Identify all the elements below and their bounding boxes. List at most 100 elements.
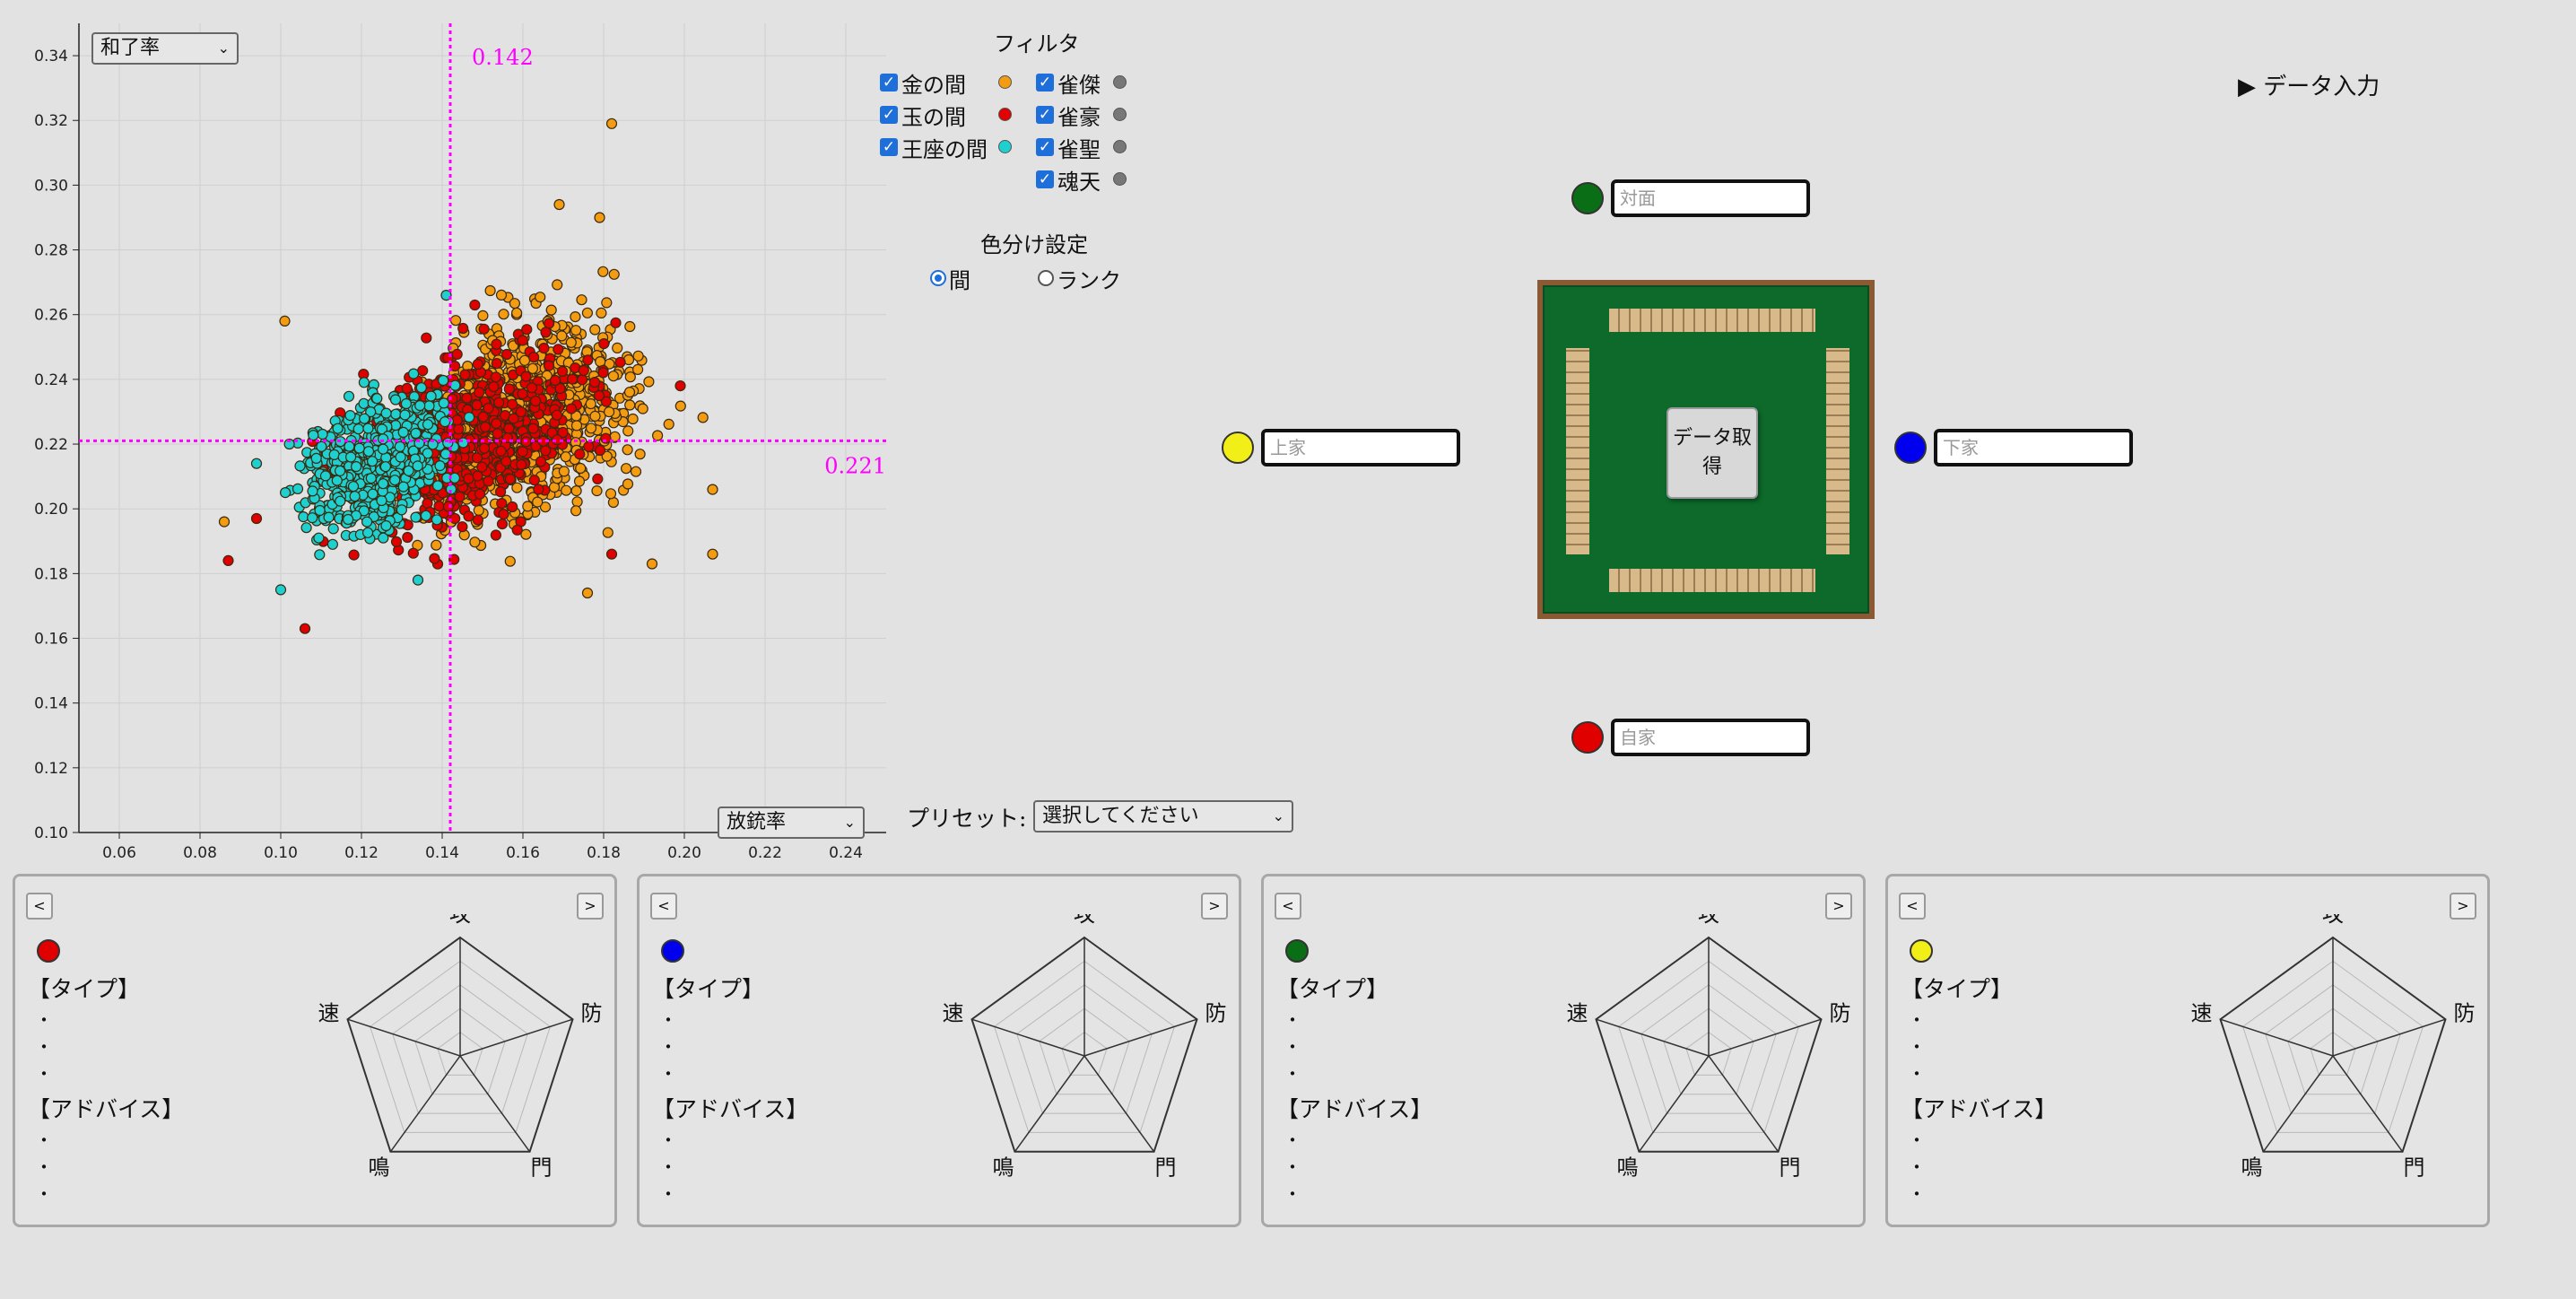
- scatter-point: [515, 406, 527, 418]
- scatter-point: [517, 388, 528, 400]
- scatter-point: [414, 400, 426, 412]
- y-axis-select[interactable]: 和了率 ⌄: [91, 32, 239, 65]
- scatter-point: [442, 501, 454, 512]
- scatter-point: [602, 527, 614, 538]
- radar-label: 防: [581, 1000, 603, 1025]
- scatter-point: [451, 414, 463, 426]
- scatter-point: [490, 371, 502, 383]
- scatter-point: [397, 426, 409, 438]
- scatter-point: [300, 522, 312, 534]
- x-tick-label: 0.16: [506, 844, 540, 861]
- chevron-down-icon: ⌄: [217, 39, 230, 57]
- radio-selected-icon[interactable]: [930, 270, 946, 286]
- radio-unselected-icon[interactable]: [1038, 270, 1054, 286]
- radar-axis: [1638, 1055, 1710, 1153]
- prev-button[interactable]: <: [26, 893, 53, 920]
- checkbox-checked-icon[interactable]: ✓: [880, 138, 898, 156]
- advice-bullet: ・: [659, 1183, 677, 1205]
- radar-label: 鳴: [2241, 1155, 2263, 1181]
- type-bullet: ・: [659, 1009, 677, 1031]
- y-tick-label: 0.24: [34, 371, 68, 389]
- fetch-data-button[interactable]: データ取得: [1667, 407, 1758, 499]
- checkbox-checked-icon[interactable]: ✓: [1036, 106, 1054, 124]
- scatter-point: [565, 403, 578, 414]
- scatter-point: [478, 442, 491, 454]
- scatter-point: [520, 371, 532, 382]
- radar-axis: [1083, 1018, 1197, 1057]
- radar-label: 攻: [449, 914, 471, 927]
- scatter-point: [345, 451, 357, 463]
- checkbox-checked-icon[interactable]: ✓: [880, 74, 898, 92]
- scatter-point: [527, 352, 540, 363]
- checkbox-checked-icon[interactable]: ✓: [1036, 138, 1054, 156]
- scatter-plot: 0.06 0.08 0.10 0.12 0.14 0.16 0.18 0.20 0.22 0.24…: [0, 0, 897, 861]
- toimen-color-dot: [1571, 182, 1604, 214]
- rank-filter-jansei[interactable]: ✓ 雀聖: [1036, 134, 1101, 162]
- scatter-point: [361, 516, 373, 527]
- rank-color-dot: [1113, 140, 1127, 153]
- room-filter-ouza[interactable]: ✓ 王座の間: [880, 134, 988, 162]
- y-tick-label: 0.12: [34, 760, 68, 778]
- scatter-point: [503, 423, 515, 434]
- scatter-point: [417, 365, 429, 377]
- color-by-room-radio[interactable]: 間: [930, 265, 970, 293]
- toimen-input[interactable]: 対面: [1611, 179, 1810, 217]
- scatter-point: [469, 299, 481, 311]
- scatter-point: [592, 473, 604, 485]
- scatter-point: [553, 344, 564, 355]
- color-by-rank-radio[interactable]: ランク: [1038, 265, 1121, 293]
- scatter-point: [576, 294, 587, 306]
- radar-label: 鳴: [993, 1155, 1014, 1181]
- advice-bullet: ・: [1284, 1183, 1301, 1205]
- room-filter-gyoku[interactable]: ✓ 玉の間: [880, 101, 966, 130]
- preset-select[interactable]: 選択してください ⌄: [1033, 800, 1293, 833]
- scatter-point: [400, 397, 412, 410]
- advice-heading: 【アドバイス】: [1276, 1096, 1433, 1122]
- x-tick-label: 0.18: [587, 844, 621, 861]
- rank-filter-jangou[interactable]: ✓ 雀豪: [1036, 101, 1101, 130]
- rank-filter-konten[interactable]: ✓ 魂天: [1036, 166, 1101, 195]
- prev-button[interactable]: <: [1899, 893, 1926, 920]
- scatter-point: [218, 516, 231, 527]
- radar-chart: 攻防門 鳴 速: [318, 914, 603, 1181]
- scatter-point: [605, 118, 618, 129]
- scatter-point: [491, 338, 502, 350]
- radio-label: 間: [949, 267, 970, 293]
- scatter-point: [332, 423, 344, 434]
- rank-filter-jakketsu[interactable]: ✓ 雀傑: [1036, 69, 1101, 98]
- scatter-point: [627, 413, 639, 425]
- scatter-point: [335, 495, 346, 507]
- checkbox-checked-icon[interactable]: ✓: [1036, 170, 1054, 188]
- prev-button[interactable]: <: [1275, 893, 1301, 920]
- room-filter-kin[interactable]: ✓ 金の間: [880, 69, 966, 98]
- scatter-point: [343, 513, 354, 526]
- room-color-dot: [998, 75, 1012, 89]
- scatter-point: [507, 398, 518, 410]
- radar-label: 速: [2191, 1000, 2213, 1025]
- radar-axis: [459, 1055, 531, 1153]
- kamicha-input[interactable]: 上家: [1261, 429, 1460, 466]
- type-bullet: ・: [659, 1063, 677, 1085]
- shimocha-input[interactable]: 下家: [1934, 429, 2133, 466]
- radio-label: ランク: [1057, 267, 1121, 293]
- type-bullet: ・: [35, 1063, 53, 1085]
- scatter-point: [316, 440, 327, 452]
- jicha-input[interactable]: 自家: [1611, 719, 1810, 756]
- checkbox-checked-icon[interactable]: ✓: [1036, 74, 1054, 92]
- scatter-point: [500, 348, 513, 361]
- prev-button[interactable]: <: [650, 893, 677, 920]
- scatter-point: [352, 423, 364, 435]
- data-input-toggle[interactable]: ▶ データ入力: [2238, 68, 2380, 101]
- x-axis-select[interactable]: 放銃率 ⌄: [718, 806, 865, 839]
- scatter-point: [620, 463, 632, 475]
- scatter-point: [344, 440, 355, 452]
- checkbox-checked-icon[interactable]: ✓: [880, 106, 898, 124]
- scatter-point: [532, 496, 544, 508]
- scatter-point: [473, 504, 484, 517]
- advice-bullet: ・: [1908, 1156, 1926, 1178]
- type-bullet: ・: [35, 1009, 53, 1031]
- series-王座の間: [250, 290, 475, 596]
- scatter-point: [623, 387, 636, 398]
- scatter-point: [646, 558, 658, 570]
- scatter-point: [527, 423, 539, 434]
